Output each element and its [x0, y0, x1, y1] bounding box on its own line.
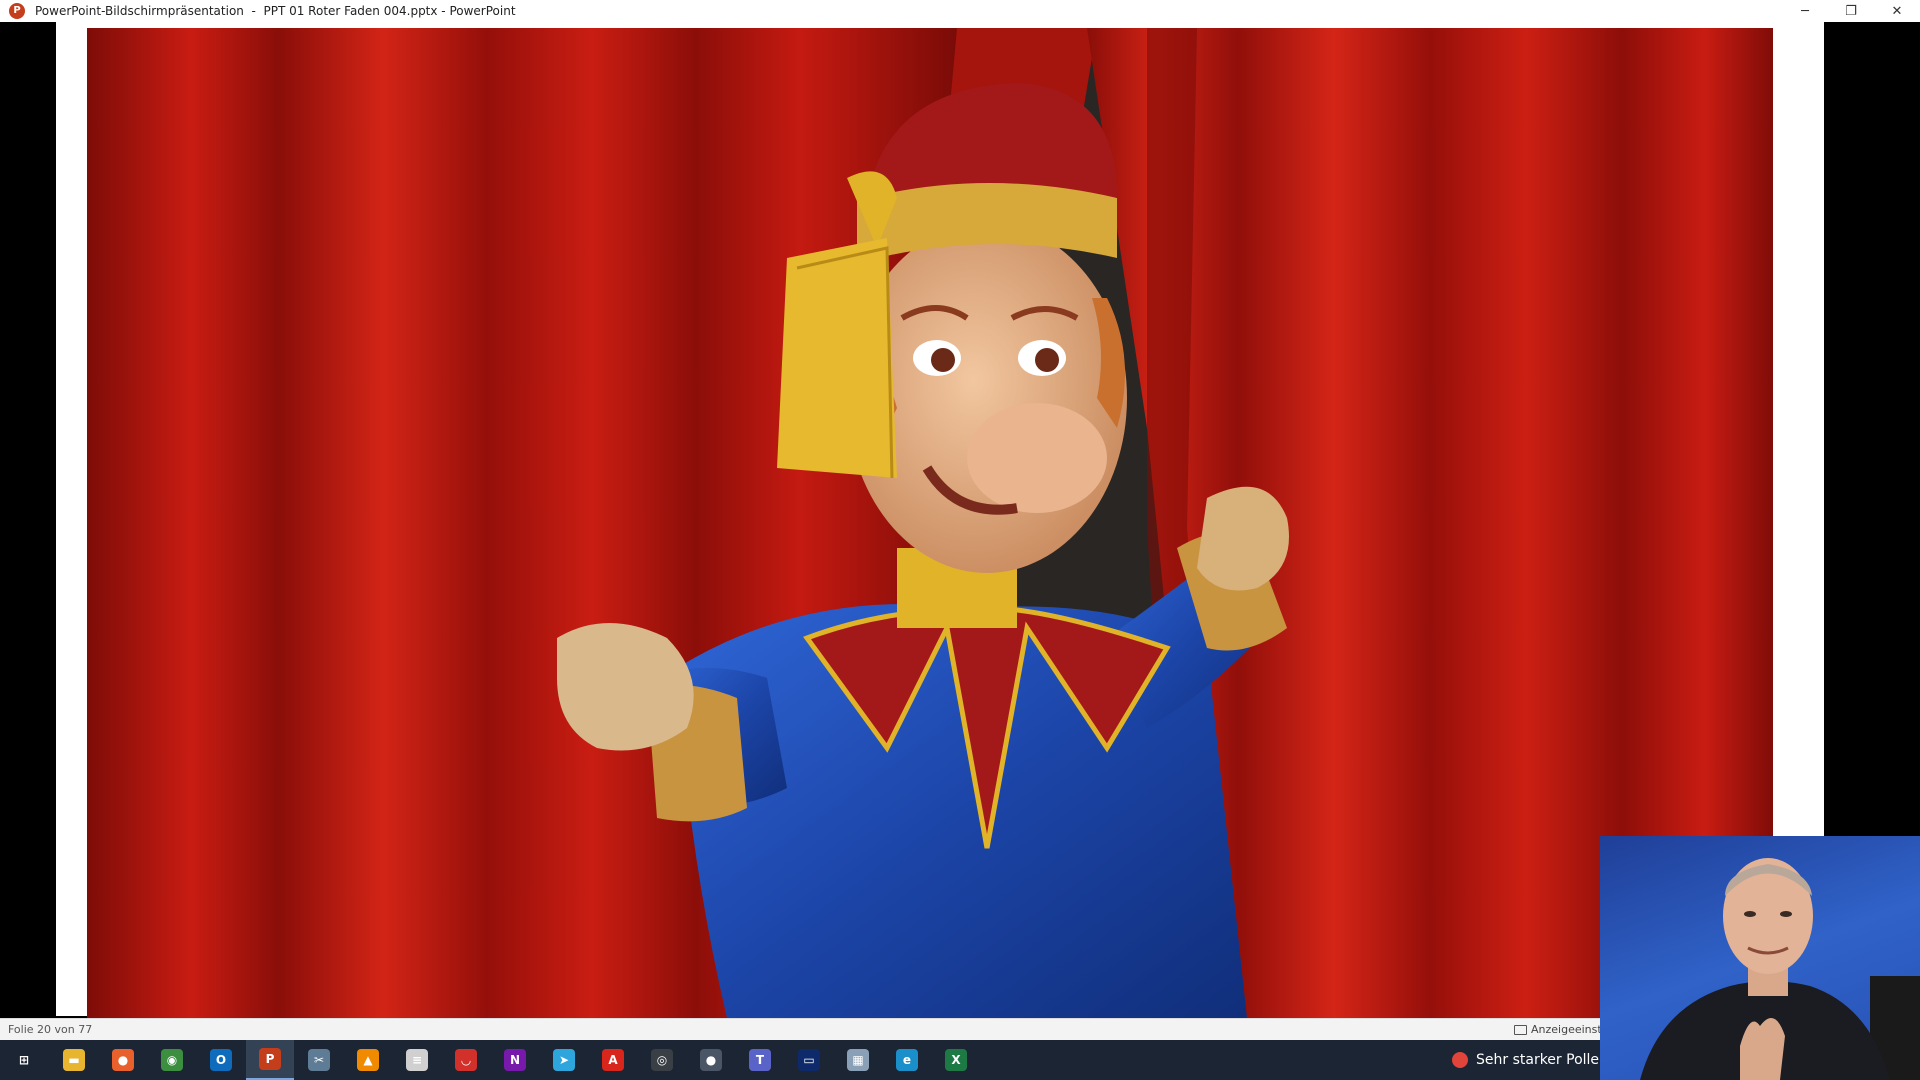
powerpoint-icon[interactable]: P	[9, 3, 25, 19]
taskbar-item-outlook[interactable]: O	[197, 1040, 245, 1080]
title-bar: P PowerPoint-Bildschirmpräsentation - PP…	[0, 0, 1920, 22]
onenote-icon: N	[504, 1049, 526, 1071]
excel-icon: X	[945, 1049, 967, 1071]
monitor-icon	[1514, 1024, 1527, 1035]
record-app-icon: ●	[700, 1049, 722, 1071]
notes-icon: ≡	[406, 1049, 428, 1071]
taskbar-item-onenote[interactable]: N	[491, 1040, 539, 1080]
taskbar-item-powerpoint[interactable]: P	[246, 1040, 294, 1080]
snipping-icon: ✂	[308, 1049, 330, 1071]
weather-label: Sehr starker Pollen	[1476, 1052, 1608, 1068]
taskbar-item-screen-app[interactable]: ▦	[834, 1040, 882, 1080]
taskbar-item-acrobat[interactable]: A	[589, 1040, 637, 1080]
chrome-icon: ◉	[161, 1049, 183, 1071]
taskbar-item-firefox[interactable]: ●	[99, 1040, 147, 1080]
window-app-icon: ▭	[798, 1049, 820, 1071]
display-settings-label: Anzeigeeinste	[1531, 1023, 1609, 1036]
weather-widget[interactable]: Sehr starker Pollen	[1452, 1040, 1608, 1080]
taskbar-item-lips-app[interactable]: ◡	[442, 1040, 490, 1080]
lips-app-icon: ◡	[455, 1049, 477, 1071]
taskbar-item-excel[interactable]: X	[932, 1040, 980, 1080]
taskbar-item-notes[interactable]: ≡	[393, 1040, 441, 1080]
taskbar-item-vlc[interactable]: ▲	[344, 1040, 392, 1080]
screen-app-icon: ▦	[847, 1049, 869, 1071]
taskbar-item-windows-start[interactable]: ⊞	[0, 1040, 48, 1080]
teams-icon: T	[749, 1049, 771, 1071]
pollen-icon	[1452, 1052, 1468, 1068]
slide-counter: Folie 20 von 77	[8, 1023, 93, 1036]
outlook-icon: O	[210, 1049, 232, 1071]
presenter-webcam	[1600, 836, 1920, 1080]
display-settings-button[interactable]: Anzeigeeinste	[1514, 1023, 1608, 1036]
taskbar-item-snipping[interactable]: ✂	[295, 1040, 343, 1080]
edge-icon: e	[896, 1049, 918, 1071]
close-button[interactable]: ✕	[1874, 0, 1920, 22]
window-title: PowerPoint-Bildschirmpräsentation - PPT …	[35, 4, 516, 18]
taskbar-item-camera-app[interactable]: ◎	[638, 1040, 686, 1080]
taskbar-item-window-app[interactable]: ▭	[785, 1040, 833, 1080]
minimize-button[interactable]: ─	[1782, 0, 1828, 22]
taskbar-item-record-app[interactable]: ●	[687, 1040, 735, 1080]
windows-start-icon: ⊞	[13, 1049, 35, 1071]
slide-image-kasperle-puppet	[87, 28, 1773, 1018]
camera-app-icon: ◎	[651, 1049, 673, 1071]
powerpoint-icon: P	[259, 1048, 281, 1070]
taskbar-item-edge[interactable]: e	[883, 1040, 931, 1080]
telegram-icon: ➤	[553, 1049, 575, 1071]
vlc-icon: ▲	[357, 1049, 379, 1071]
taskbar-item-chrome[interactable]: ◉	[148, 1040, 196, 1080]
restore-button[interactable]: ❐	[1828, 0, 1874, 22]
taskbar-item-telegram[interactable]: ➤	[540, 1040, 588, 1080]
firefox-icon: ●	[112, 1049, 134, 1071]
file-explorer-icon: ▬	[63, 1049, 85, 1071]
taskbar-item-teams[interactable]: T	[736, 1040, 784, 1080]
taskbar-item-file-explorer[interactable]: ▬	[50, 1040, 98, 1080]
acrobat-icon: A	[602, 1049, 624, 1071]
